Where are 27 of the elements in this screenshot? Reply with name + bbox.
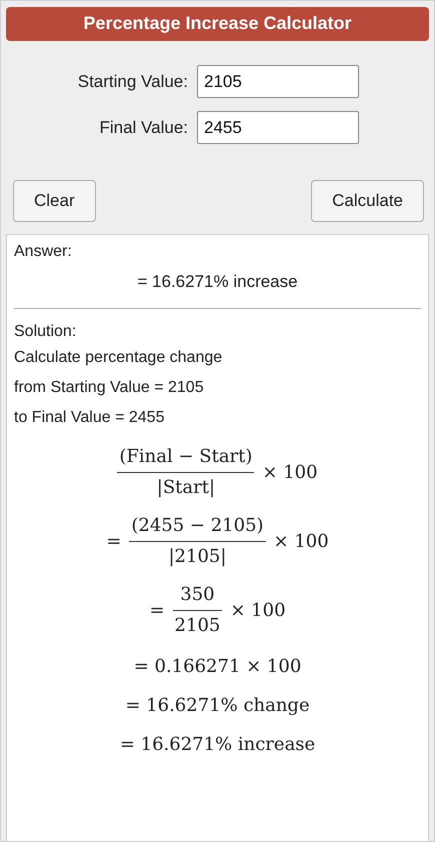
calculator-title: Percentage Increase Calculator: [6, 7, 429, 41]
solution-text: to Final Value = 2455: [14, 408, 166, 428]
answer-label: Answer:: [14, 242, 73, 262]
multiplier: × 100: [262, 460, 318, 484]
clear-button[interactable]: Clear: [13, 180, 96, 222]
multiplier: × 100: [230, 598, 286, 622]
equals-sign: =: [149, 598, 165, 622]
input-field[interactable]: 2455: [197, 111, 359, 144]
calculate-button[interactable]: Calculate: [311, 180, 424, 222]
formula-step: = 16.6271% change: [125, 695, 310, 716]
answer-text: = 16.6271% increase: [136, 271, 299, 293]
solution-label: Solution:: [14, 322, 78, 342]
field-label: Final Value:: [99, 118, 188, 138]
denominator: |Start|: [156, 476, 216, 500]
numerator: 350: [179, 583, 216, 607]
input-field[interactable]: 2105: [197, 65, 359, 98]
solution-text: from Starting Value = 2105: [14, 378, 205, 398]
equals-sign: =: [106, 530, 122, 554]
denominator: |2105|: [167, 545, 228, 569]
formula-step: = 16.6271% increase: [120, 734, 316, 755]
denominator: 2105: [174, 614, 222, 638]
solution-text: Calculate percentage change: [14, 348, 224, 368]
formula-step: = 0.166271 × 100: [134, 656, 302, 677]
field-label: Starting Value:: [78, 72, 188, 92]
multiplier: × 100: [274, 530, 329, 554]
numerator: (2455 − 2105): [130, 514, 265, 538]
numerator: (Final − Start): [118, 445, 254, 469]
